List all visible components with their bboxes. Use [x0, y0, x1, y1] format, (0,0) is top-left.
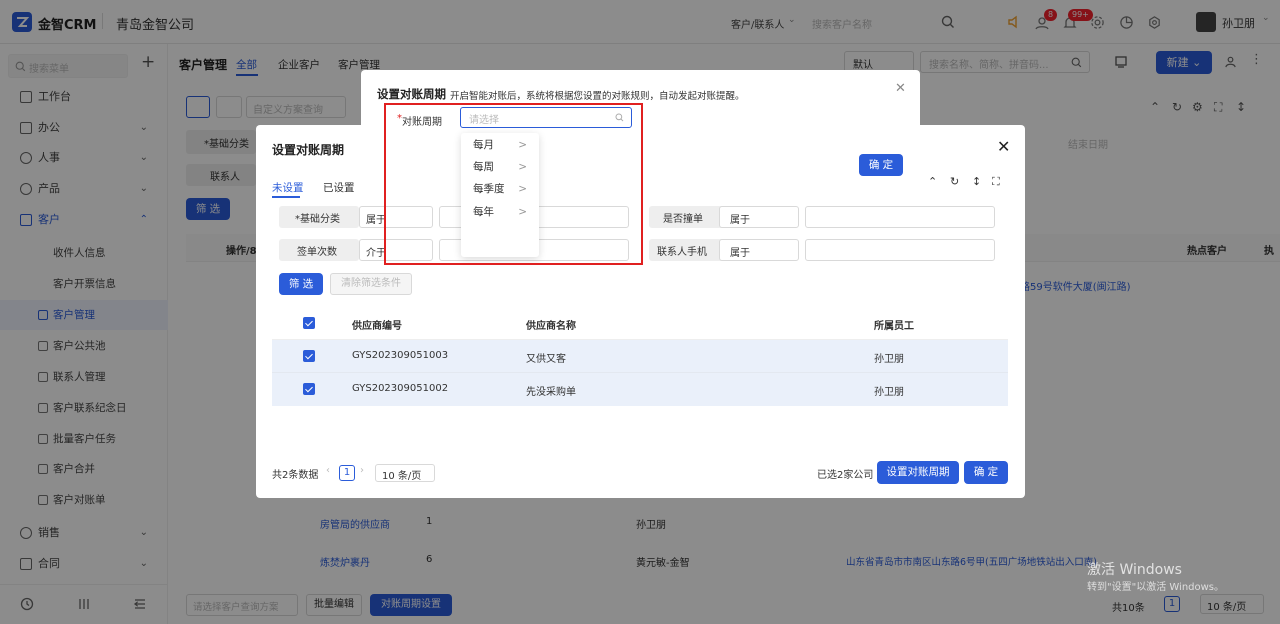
sort-icon[interactable]: ↕ — [972, 175, 981, 188]
close-icon[interactable]: ✕ — [895, 81, 906, 96]
filter-orders-label: 签单次数 — [279, 239, 359, 261]
supplier-name: 又供又客 — [526, 354, 566, 365]
dialog-confirm-button[interactable]: 确 定 — [859, 154, 903, 176]
supplier-name: 先没采购单 — [526, 387, 576, 398]
col-owner: 所属员工 — [874, 321, 914, 332]
col-supplier-code: 供应商编号 — [352, 321, 402, 332]
filter-phone-op[interactable]: 属于 — [719, 239, 799, 261]
supplier-code: GYS202309051002 — [352, 383, 449, 394]
watermark-sub: 转到"设置"以激活 Windows。 — [1087, 582, 1225, 593]
supplier-owner: 孙卫朋 — [874, 387, 904, 398]
filter-signed-op[interactable]: 属于 — [719, 206, 799, 228]
next-page-icon[interactable]: › — [360, 465, 364, 476]
highlight-box — [384, 103, 643, 265]
modal-table-header: 供应商编号 供应商名称 所属员工 — [272, 307, 1008, 340]
modal-title: 设置对账周期 — [272, 143, 345, 157]
tab-unset[interactable]: 未设置 — [272, 180, 304, 195]
filter-signed-value[interactable] — [805, 206, 995, 228]
dialog-description: 开启智能对账后，系统将根据您设置的对账规则，自动发起对账提醒。 — [450, 91, 745, 102]
filter-phone-value[interactable] — [805, 239, 995, 261]
row-checkbox[interactable] — [303, 383, 315, 395]
prev-page-icon[interactable]: ‹ — [326, 465, 330, 476]
filter-basic-label: *基础分类 — [279, 206, 359, 228]
selected-count: 已选2家公司 — [817, 470, 874, 481]
filter-signed-label: 是否撞单 — [649, 206, 729, 228]
set-cycle-button[interactable]: 设置对账周期 — [877, 461, 959, 484]
tab-set[interactable]: 已设置 — [323, 180, 355, 195]
modal-total: 共2条数据 — [272, 470, 319, 481]
modal-page-size-select[interactable]: 10 条/页 — [375, 464, 435, 482]
row-checkbox[interactable] — [303, 350, 315, 362]
supplier-owner: 孙卫朋 — [874, 354, 904, 365]
watermark-title: 激活 Windows — [1087, 562, 1182, 578]
col-supplier-name: 供应商名称 — [526, 321, 576, 332]
clear-filter-button[interactable]: 清除筛选条件 — [330, 273, 412, 295]
supplier-code: GYS202309051003 — [352, 350, 449, 361]
close-icon[interactable]: ✕ — [997, 137, 1010, 156]
modal-filter-button[interactable]: 筛 选 — [279, 273, 323, 295]
filter-phone-label: 联系人手机 — [649, 239, 729, 261]
table-row[interactable]: GYS202309051003 又供又客 孙卫朋 — [272, 340, 1008, 373]
refresh-icon[interactable]: ↻ — [950, 175, 959, 188]
table-row[interactable]: GYS202309051002 先没采购单 孙卫朋 — [272, 373, 1008, 406]
fullscreen-icon[interactable]: ⛶ — [992, 175, 1000, 189]
active-tab-indicator — [272, 196, 300, 198]
select-all-checkbox[interactable] — [303, 317, 315, 329]
modal-page-number[interactable]: 1 — [339, 465, 355, 481]
modal-confirm-button[interactable]: 确 定 — [964, 461, 1008, 484]
collapse-up-icon[interactable]: ⌃ — [928, 175, 937, 188]
dialog-title: 设置对账周期 — [377, 87, 446, 101]
